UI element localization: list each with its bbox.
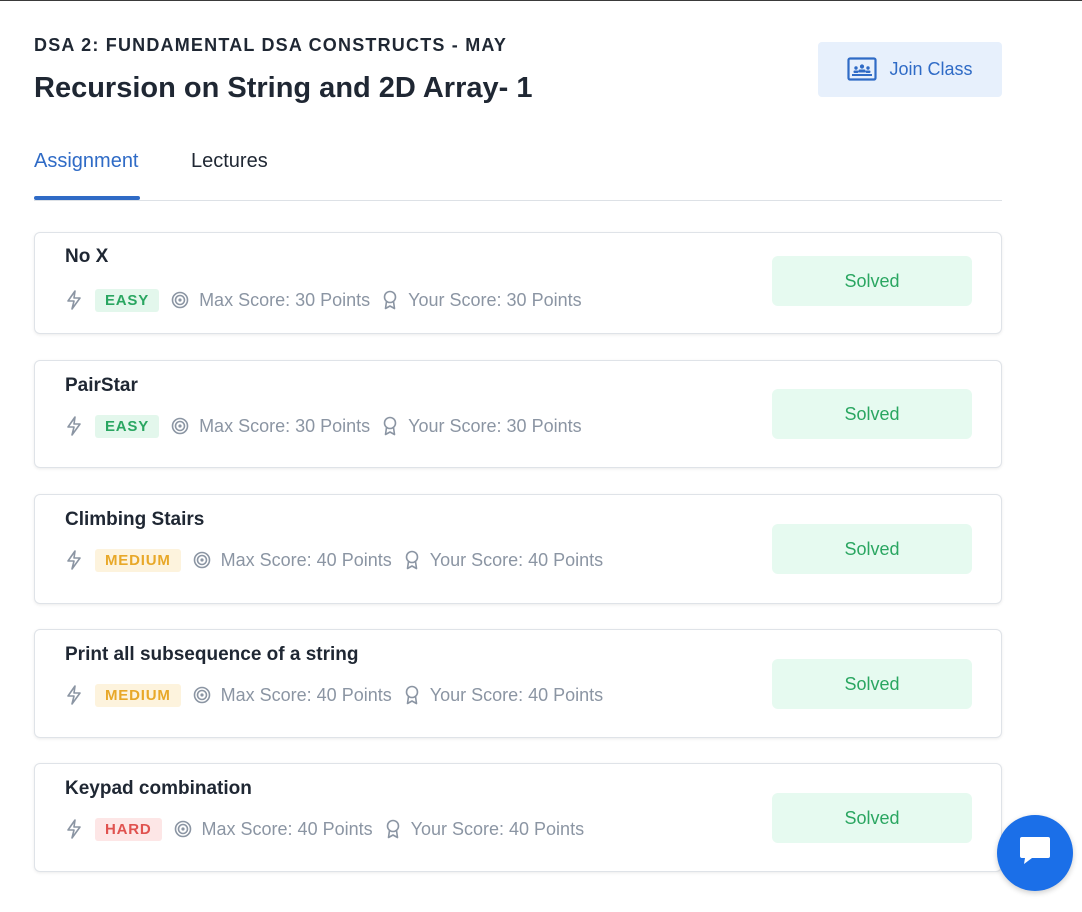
max-score: Max Score: 30 Points — [199, 289, 371, 310]
solved-status-button[interactable]: Solved — [772, 524, 972, 574]
join-class-label: Join Class — [889, 59, 973, 79]
problem-meta: MEDIUM Max Score: 40 Points Your Score: 40… — [65, 682, 603, 708]
award-icon — [404, 550, 420, 570]
problem-card[interactable]: No X EASY Max Score: 30 Points Your Score: … — [34, 232, 1002, 334]
difficulty-badge: EASY — [95, 414, 160, 438]
your-score: Your Score: 30 Points — [408, 289, 582, 310]
page-title: Recursion on String and 2D Array- 1 — [34, 72, 533, 104]
target-icon — [171, 417, 189, 435]
solved-status-button[interactable]: Solved — [772, 793, 972, 843]
chat-bubble-icon — [1017, 835, 1053, 872]
top-divider — [0, 0, 1082, 1]
problem-card[interactable]: Print all subsequence of a string MEDIUM M… — [34, 629, 1002, 738]
difficulty-badge: MEDIUM — [95, 683, 181, 707]
problem-card[interactable]: PairStar EASY Max Score: 30 Points Your Sco… — [34, 360, 1002, 468]
max-score: Max Score: 40 Points — [220, 549, 392, 570]
solved-status-button[interactable]: Solved — [772, 389, 972, 439]
problem-title: Climbing Stairs — [65, 509, 205, 530]
difficulty-badge: MEDIUM — [95, 548, 181, 572]
problem-card[interactable]: Keypad combination HARD Max Score: 40 Poin… — [34, 763, 1002, 872]
problem-title: Print all subsequence of a string — [65, 644, 359, 665]
max-score: Max Score: 40 Points — [201, 818, 373, 839]
max-score: Max Score: 40 Points — [220, 684, 392, 705]
tab-bar: Assignment Lectures — [34, 140, 1002, 201]
tab-assignment[interactable]: Assignment — [34, 150, 139, 173]
classroom-icon — [847, 56, 878, 83]
award-icon — [404, 685, 420, 705]
award-icon — [385, 819, 401, 839]
solved-status-button[interactable]: Solved — [772, 256, 972, 306]
lightning-icon — [65, 550, 83, 570]
award-icon — [382, 416, 398, 436]
chat-button[interactable] — [997, 815, 1073, 891]
tab-lectures[interactable]: Lectures — [191, 150, 268, 173]
award-icon — [382, 290, 398, 310]
problem-meta: MEDIUM Max Score: 40 Points Your Score: 40… — [65, 547, 603, 573]
lightning-icon — [65, 290, 83, 310]
lightning-icon — [65, 819, 83, 839]
problem-meta: EASY Max Score: 30 Points Your Score: 30 P… — [65, 287, 582, 313]
lightning-icon — [65, 416, 83, 436]
problem-title: Keypad combination — [65, 778, 252, 799]
problem-meta: EASY Max Score: 30 Points Your Score: 30 P… — [65, 413, 582, 439]
target-icon — [193, 686, 211, 704]
join-class-button[interactable]: Join Class — [818, 42, 1002, 97]
target-icon — [171, 291, 189, 309]
problem-card[interactable]: Climbing Stairs MEDIUM Max Score: 40 Point… — [34, 494, 1002, 604]
max-score: Max Score: 30 Points — [199, 415, 371, 436]
your-score: Your Score: 30 Points — [408, 415, 582, 436]
course-name: DSA 2: FUNDAMENTAL DSA CONSTRUCTS - MAY — [34, 35, 508, 55]
solved-status-button[interactable]: Solved — [772, 659, 972, 709]
your-score: Your Score: 40 Points — [429, 684, 604, 705]
target-icon — [193, 551, 211, 569]
problem-title: PairStar — [65, 375, 138, 396]
problem-title: No X — [65, 246, 109, 267]
lightning-icon — [65, 685, 83, 705]
target-icon — [174, 820, 192, 838]
your-score: Your Score: 40 Points — [429, 549, 604, 570]
difficulty-badge: EASY — [95, 288, 160, 312]
your-score: Your Score: 40 Points — [410, 818, 585, 839]
active-tab-indicator — [34, 196, 140, 200]
problem-meta: HARD Max Score: 40 Points Your Score: 40 P… — [65, 816, 584, 842]
difficulty-badge: HARD — [95, 817, 162, 841]
